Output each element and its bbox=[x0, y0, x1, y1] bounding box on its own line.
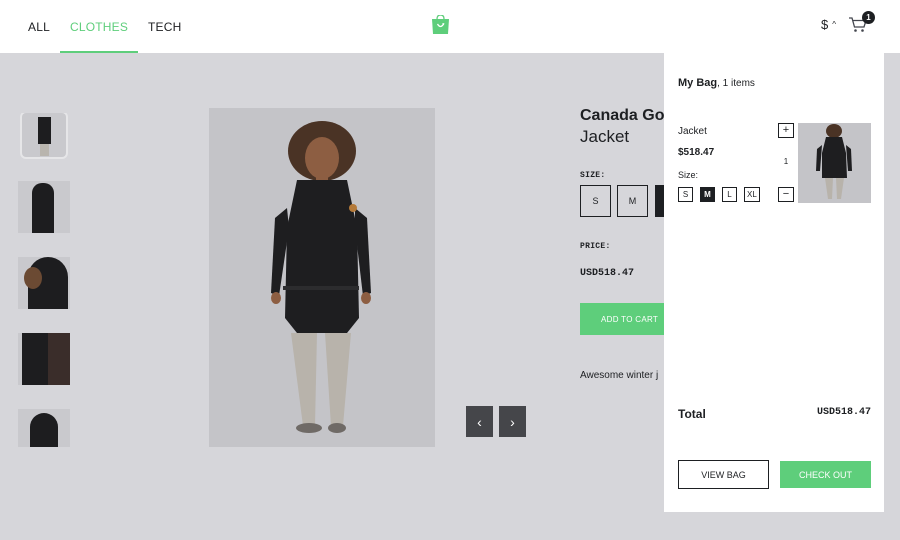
total-value: USD518.47 bbox=[816, 407, 871, 418]
mini-cart: My Bag, 1 items Jacket $518.47 Size: S M… bbox=[664, 53, 884, 512]
currency-switcher[interactable]: $ ^ bbox=[821, 17, 836, 32]
cart-size-option-s[interactable]: S bbox=[678, 187, 693, 202]
product-description: Awesome winter j bbox=[580, 370, 659, 381]
check-out-button[interactable]: CHECK OUT bbox=[780, 461, 871, 488]
thumbnail-image[interactable] bbox=[18, 333, 70, 385]
thumbnail-gallery bbox=[18, 113, 70, 447]
currency-symbol: $ bbox=[821, 16, 829, 32]
view-bag-button[interactable]: VIEW BAG bbox=[678, 460, 769, 489]
decrease-quantity-button[interactable]: − bbox=[778, 187, 794, 202]
cart-item-name: Jacket bbox=[678, 126, 707, 137]
category-nav: ALL CLOTHES TECH bbox=[18, 0, 192, 53]
cart-size-option-l[interactable]: L bbox=[722, 187, 737, 202]
cart-item-image bbox=[798, 123, 871, 203]
product-main-image bbox=[209, 108, 435, 447]
cart-size-option-m[interactable]: M bbox=[700, 187, 715, 202]
thumbnail-image[interactable] bbox=[22, 113, 66, 157]
cart-item-size-label: Size: bbox=[678, 170, 699, 180]
nav-item-tech[interactable]: TECH bbox=[138, 0, 191, 53]
shopping-bag-icon[interactable] bbox=[430, 14, 451, 35]
size-label: SIZE: bbox=[580, 171, 606, 180]
previous-image-button[interactable]: ‹ bbox=[466, 406, 493, 437]
nav-item-clothes[interactable]: CLOTHES bbox=[59, 0, 139, 53]
product-price: USD518.47 bbox=[580, 268, 635, 279]
product-name: Jacket bbox=[580, 127, 630, 146]
header: ALL CLOTHES TECH $ ^ 1 bbox=[0, 0, 900, 53]
cart-item-sizes: S M L XL bbox=[678, 187, 760, 202]
chevron-up-icon: ^ bbox=[832, 20, 836, 29]
increase-quantity-button[interactable]: + bbox=[778, 123, 794, 138]
cart-item-quantity: 1 bbox=[783, 157, 789, 166]
cart-size-option-xl[interactable]: XL bbox=[744, 187, 760, 202]
thumbnail-image[interactable] bbox=[18, 257, 70, 309]
size-option-m[interactable]: M bbox=[617, 185, 648, 217]
cart-button[interactable]: 1 bbox=[848, 11, 875, 34]
size-option-selected[interactable] bbox=[655, 185, 664, 217]
chevron-right-icon: › bbox=[510, 413, 515, 430]
chevron-left-icon: ‹ bbox=[477, 413, 482, 430]
add-to-cart-button[interactable]: ADD TO CART bbox=[580, 303, 664, 335]
mini-cart-title: My Bag, 1 items bbox=[678, 77, 755, 89]
price-label: PRICE: bbox=[580, 242, 611, 251]
mini-cart-item-count: , 1 items bbox=[717, 78, 755, 89]
thumbnail-image[interactable] bbox=[18, 409, 70, 447]
header-actions: $ ^ 1 bbox=[821, 11, 875, 34]
next-image-button[interactable]: › bbox=[499, 406, 526, 437]
cart-count-badge: 1 bbox=[862, 11, 875, 24]
product-page: ALL CLOTHES TECH $ ^ 1 ‹ › Canada Go Jac… bbox=[0, 0, 900, 540]
nav-item-all[interactable]: ALL bbox=[18, 0, 60, 53]
product-brand: Canada Go bbox=[580, 107, 665, 124]
cart-item-price: $518.47 bbox=[678, 147, 715, 158]
total-label: Total bbox=[678, 407, 706, 421]
size-option-s[interactable]: S bbox=[580, 185, 611, 217]
mini-cart-heading: My Bag bbox=[678, 77, 718, 89]
thumbnail-image[interactable] bbox=[18, 181, 70, 233]
